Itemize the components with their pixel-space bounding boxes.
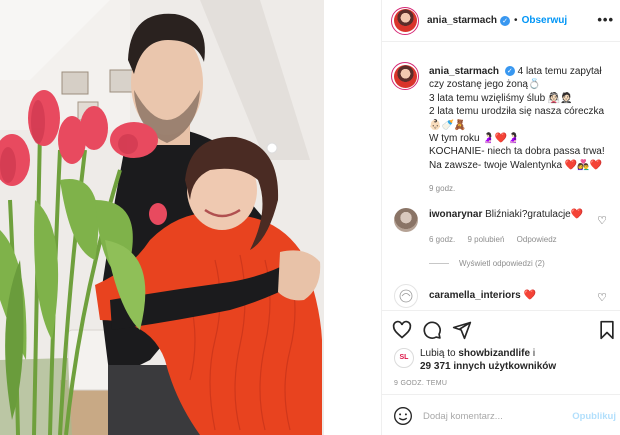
comment-like-heart-icon[interactable]: ♡ [597,291,607,304]
post-side-panel: ania_starmach ✓ • Obserwuj ••• ania_star… [382,0,620,435]
caramella-logo-icon [399,289,413,303]
caption-line-8: Na zawsze- twoje Walentynka ❤️👩‍❤️‍👨❤️ [429,159,603,171]
caption-username[interactable]: ania_starmach [429,66,499,77]
likes-prefix: Lubią to [420,348,456,359]
caption-line-2: czy zostanę jego żoną💍 [429,79,541,91]
follow-button[interactable]: Obserwuj [522,15,568,26]
comment-avatar[interactable] [394,208,418,232]
caption-line-6: W tym roku 🤰🏻❤️🤰🏻 [429,133,520,145]
caption-line-5: 👶🏻🍼🧸 [429,119,467,131]
bookmark-icon[interactable] [598,320,616,345]
caption-line-7: KOCHANIE- niech ta dobra passa trwa! [429,146,605,158]
post-timestamp[interactable]: 9 GODZ. TEMU [394,380,447,387]
comment-text: ❤️ [523,290,536,301]
more-options-icon[interactable]: ••• [597,12,614,27]
comment-username[interactable]: caramella_interiors [429,290,521,301]
likes-others-count[interactable]: 29 371 innych użytkowników [420,361,556,372]
verified-badge-icon: ✓ [500,15,511,26]
post-header: ania_starmach ✓ • Obserwuj ••• [382,0,620,42]
comment-username[interactable]: iwonarynar [429,209,482,220]
author-avatar[interactable] [391,6,419,35]
view-replies-button[interactable]: Wyświetl odpowiedzi (2) [429,259,545,268]
comment-text: Bliźniaki?gratulacje❤️ [485,209,584,220]
caption-line-4: 2 lata temu urodziła się nasza córeczka [429,106,605,118]
liker-username[interactable]: showbizandlife [458,348,530,359]
comment-item: iwonarynar Bliźniaki?gratulacje❤️ ♡ 6 go… [382,206,620,268]
comment-like-heart-icon[interactable]: ♡ [597,214,607,227]
caption: ania_starmach ✓ 4 lata temu zapytał czy … [382,52,620,196]
comments-section: ania_starmach ✓ 4 lata temu zapytał czy … [382,52,620,196]
comment-time[interactable]: 6 godz. [429,235,455,244]
couple-photo-illustration [0,0,324,435]
actions-divider [382,310,620,311]
caption-time: 9 godz. [429,184,456,194]
liker-avatar[interactable]: SL [394,348,414,368]
publish-button[interactable]: Opublikuj [572,411,616,422]
post-actions-bar [382,318,620,346]
caption-avatar[interactable] [391,62,419,90]
add-comment-bar: Dodaj komentarz... Opublikuj [382,395,620,435]
caption-text: ania_starmach ✓ 4 lata temu zapytał czy … [429,52,620,196]
comment-reply-button[interactable]: Odpowiedz [517,235,557,244]
author-username[interactable]: ania_starmach [427,15,497,26]
post-photo[interactable] [0,0,324,435]
comment-item: caramella_interiors ❤️ ♡ [382,284,620,310]
header-separator: • [514,15,518,26]
comment-icon[interactable] [422,320,442,345]
share-icon[interactable] [452,320,472,345]
likes-summary: SL Lubią to showbizandlife i 29 371 inny… [392,345,620,377]
likes-connector: i [532,348,536,359]
replies-line [429,263,449,265]
caption-line-3: 3 lata temu wzięliśmy ślub 👰🏻🤵🏻 [429,92,573,104]
view-replies-label: Wyświetl odpowiedzi (2) [459,259,545,268]
add-comment-input[interactable]: Dodaj komentarz... [423,411,503,422]
heart-icon[interactable] [392,320,412,345]
comment-avatar[interactable] [394,284,418,308]
caption-line-1: 4 lata temu zapytał [517,66,602,77]
verified-badge-icon: ✓ [504,66,515,77]
comment-likes-count[interactable]: 9 polubień [467,235,504,244]
emoji-icon[interactable] [393,406,413,431]
